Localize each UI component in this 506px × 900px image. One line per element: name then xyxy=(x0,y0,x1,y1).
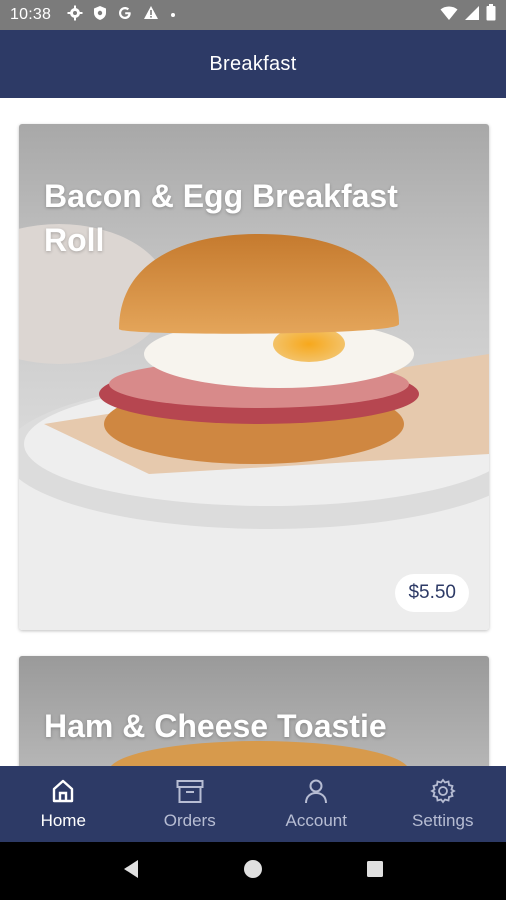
product-card[interactable]: Bacon & Egg Breakfast Roll $5.50 xyxy=(19,124,489,630)
nav-label: Home xyxy=(40,811,86,830)
product-name: Bacon & Egg Breakfast Roll xyxy=(44,178,398,258)
page-title: Breakfast xyxy=(209,52,297,75)
app-bar: Breakfast xyxy=(0,30,506,98)
product-card[interactable]: Ham & Cheese Toastie xyxy=(19,656,489,766)
gear-icon xyxy=(429,777,457,805)
nav-item-settings[interactable]: Settings xyxy=(380,766,506,842)
nav-label: Settings xyxy=(412,811,474,830)
status-bar: 10:38 xyxy=(0,0,506,30)
back-icon[interactable] xyxy=(122,859,140,884)
nav-label: Account xyxy=(285,811,347,830)
nav-item-home[interactable]: Home xyxy=(0,766,127,842)
status-right xyxy=(440,4,496,26)
bottom-nav: Home Orders Account Settings xyxy=(0,766,506,842)
system-nav-bar xyxy=(0,842,506,900)
nav-label: Orders xyxy=(163,811,216,830)
shield-icon xyxy=(93,5,107,26)
nav-item-orders[interactable]: Orders xyxy=(127,766,254,842)
status-time: 10:38 xyxy=(10,6,52,23)
nav-item-account[interactable]: Account xyxy=(253,766,380,842)
recents-icon[interactable] xyxy=(366,860,384,883)
battery-icon xyxy=(486,4,496,26)
dot-icon xyxy=(169,6,177,24)
google-icon xyxy=(117,5,133,26)
status-left: 10:38 xyxy=(10,5,177,26)
gear-icon xyxy=(67,5,83,26)
price-badge: $5.50 xyxy=(395,574,469,612)
archive-box-icon xyxy=(175,777,205,805)
warning-icon xyxy=(143,5,159,25)
home-icon xyxy=(49,777,77,805)
wifi-icon xyxy=(440,5,458,26)
signal-icon xyxy=(464,5,480,26)
home-circle-icon[interactable] xyxy=(243,859,263,884)
product-list[interactable]: Bacon & Egg Breakfast Roll $5.50 Ham & C… xyxy=(0,98,506,766)
person-icon xyxy=(302,777,330,805)
product-name: Ham & Cheese Toastie xyxy=(44,708,387,744)
